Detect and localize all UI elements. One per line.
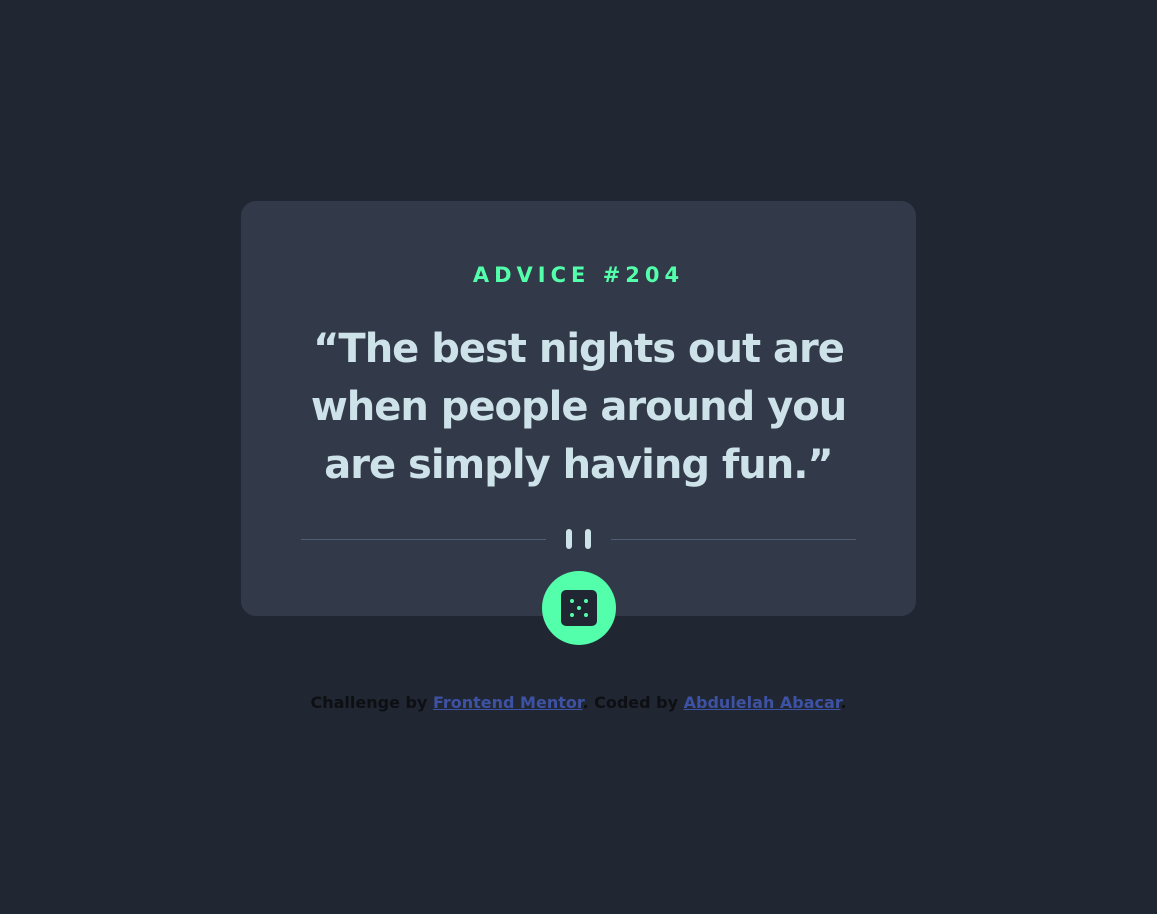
challenge-prefix: Challenge by xyxy=(310,693,433,712)
author-link[interactable]: Abdulelah Abacar xyxy=(684,693,841,712)
advice-card: ADVICE #204 “The best nights out are whe… xyxy=(241,201,916,645)
advice-id-label: ADVICE #204 xyxy=(472,263,685,287)
divider-line-left xyxy=(301,539,546,540)
pattern-divider xyxy=(301,528,856,550)
pause-icon xyxy=(566,529,592,549)
frontend-mentor-link[interactable]: Frontend Mentor xyxy=(433,693,583,712)
advice-quote: “The best nights out are when people aro… xyxy=(310,326,847,488)
dice-icon xyxy=(561,590,597,626)
divider-line-right xyxy=(611,539,856,540)
new-advice-button[interactable] xyxy=(542,571,616,645)
footer-suffix: . xyxy=(840,693,847,712)
attribution-footer: Challenge by Frontend Mentor. Coded by A… xyxy=(0,692,1157,714)
coded-prefix: . Coded by xyxy=(582,693,684,712)
